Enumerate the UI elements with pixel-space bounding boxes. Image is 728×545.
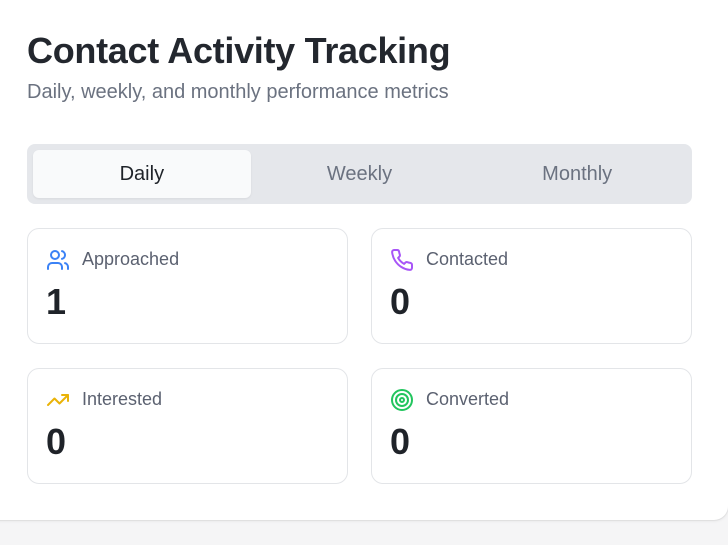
tab-monthly[interactable]: Monthly [468, 150, 686, 198]
page-title: Contact Activity Tracking [27, 30, 451, 71]
phone-icon [391, 249, 414, 271]
tab-weekly[interactable]: Weekly [251, 150, 469, 198]
metric-value-approached: 1 [46, 281, 67, 322]
users-icon [47, 250, 69, 270]
trending-up-icon [47, 394, 69, 406]
target-icon [391, 389, 413, 411]
page-subtitle: Daily, weekly, and monthly performance m… [27, 81, 449, 103]
metric-card-approached: Approached 1 [27, 228, 348, 344]
period-tabs: Daily Weekly Monthly [27, 144, 692, 204]
metric-value-interested: 0 [46, 421, 67, 462]
metric-label-interested: Interested [82, 389, 163, 409]
metric-card-contacted: Contacted 0 [371, 228, 692, 344]
metric-value-contacted: 0 [390, 281, 411, 322]
tab-daily[interactable]: Daily [33, 150, 251, 198]
metric-label-approached: Approached [82, 249, 180, 269]
metric-label-contacted: Contacted [426, 249, 509, 269]
metric-label-converted: Converted [426, 389, 510, 409]
metric-card-converted: Converted 0 [371, 368, 692, 484]
metric-card-interested: Interested 0 [27, 368, 348, 484]
metric-value-converted: 0 [390, 421, 411, 462]
